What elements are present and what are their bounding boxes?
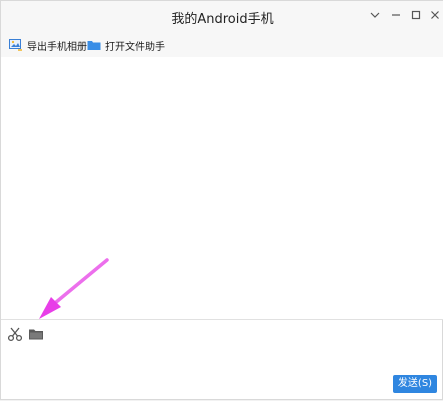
export-album-button[interactable]: 导出手机相册 [9, 37, 87, 53]
send-button[interactable]: 发送(S) [393, 375, 437, 393]
folder-icon[interactable] [28, 326, 44, 342]
image-export-icon [9, 39, 23, 51]
open-file-assistant-button[interactable]: 打开文件助手 [87, 37, 165, 53]
scissors-icon[interactable] [7, 326, 23, 342]
close-icon[interactable] [426, 7, 443, 25]
divider [1, 319, 443, 320]
open-file-assistant-label: 打开文件助手 [105, 41, 165, 53]
message-area[interactable] [1, 57, 443, 319]
title-bar[interactable]: 我的Android手机 [1, 1, 443, 33]
chevron-down-icon[interactable] [366, 7, 384, 25]
minimize-icon[interactable] [387, 7, 405, 25]
export-album-label: 导出手机相册 [27, 41, 87, 53]
app-window: 我的Android手机 导出手机相册 打开文件助手 发送(S) [0, 0, 443, 400]
message-input[interactable] [1, 344, 443, 389]
folder-icon [87, 39, 101, 51]
maximize-icon[interactable] [407, 7, 425, 25]
toolbar: 导出手机相册 打开文件助手 [1, 33, 443, 57]
